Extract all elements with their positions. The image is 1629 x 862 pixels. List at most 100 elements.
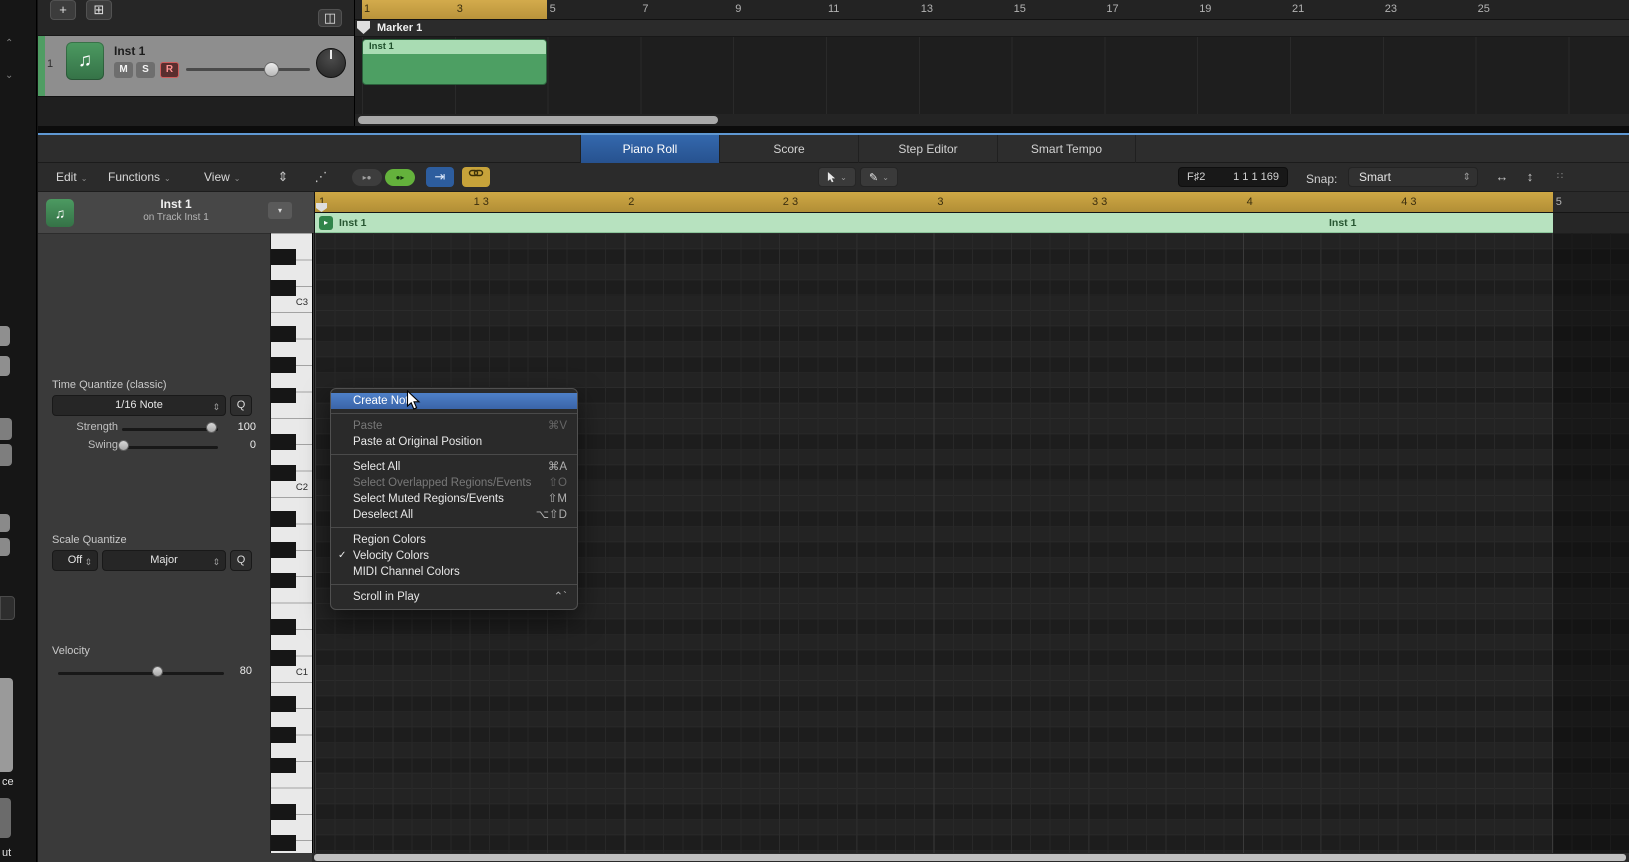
marker-lane[interactable]: Marker 1 xyxy=(355,20,1629,37)
chevron-down-icon: ⌄ xyxy=(5,70,14,81)
ruler-tick: 3 xyxy=(937,196,944,208)
menu-item-deselect-all[interactable]: Deselect All ⌥⇧D xyxy=(331,507,577,523)
chevron-down-icon: ⌄ xyxy=(233,174,241,183)
track-instrument-icon[interactable]: ♫ xyxy=(66,42,104,80)
command-click-tool-selector[interactable]: ✎ ⌄ xyxy=(860,167,898,187)
ruler-tick: 5 xyxy=(1555,196,1562,208)
arrange-grid[interactable]: Inst 1 xyxy=(355,37,1629,114)
key-label-c1: C1 xyxy=(295,667,308,678)
time-quantize-value: 1/16 Note xyxy=(115,399,163,411)
catch-playhead-button[interactable]: ⇥ xyxy=(426,167,454,187)
chain-link-icon xyxy=(468,169,484,177)
piano-roll-hscrollbar[interactable] xyxy=(312,853,1629,862)
track-header[interactable]: 1 ♫ Inst 1 M S R xyxy=(38,36,355,96)
left-click-tool-selector[interactable]: ⌄ xyxy=(818,167,856,187)
region-play-icon[interactable]: ▸ xyxy=(319,216,333,230)
context-menu: Create Note Paste ⌘V Paste at Original P… xyxy=(330,388,578,610)
menu-item-select-overlapped[interactable]: Select Overlapped Regions/Events ⇧O xyxy=(331,475,577,491)
scale-quantize-root-dropdown[interactable]: Off ⇕ xyxy=(52,550,98,571)
automation-button[interactable]: ⋰ xyxy=(308,167,334,187)
swing-label: Swing xyxy=(88,439,118,451)
strength-slider[interactable] xyxy=(122,428,218,431)
window-divider xyxy=(38,126,1629,133)
track-header-config-button[interactable]: ◫ xyxy=(318,9,342,27)
ruler-tick: 17 xyxy=(1106,3,1119,15)
inspector-view-button[interactable]: ▾ xyxy=(268,202,292,219)
edit-menu[interactable]: Edit ⌄ xyxy=(56,170,87,184)
menu-item-label: Scroll in Play xyxy=(353,591,420,603)
menu-item-midi-channel-colors[interactable]: MIDI Channel Colors xyxy=(331,564,577,580)
ruler-tick: 4 3 xyxy=(1401,196,1417,208)
record-enable-button[interactable]: R xyxy=(160,62,179,78)
menu-item-select-all[interactable]: Select All ⌘A xyxy=(331,459,577,475)
duplicate-track-button[interactable]: ⊞ xyxy=(86,0,112,20)
menu-item-create-note[interactable]: Create Note xyxy=(331,393,577,409)
scale-quantize-apply-button[interactable]: Q xyxy=(230,550,252,571)
ruler-tick: 1 xyxy=(364,3,371,15)
menu-item-select-muted[interactable]: Select Muted Regions/Events ⇧M xyxy=(331,491,577,507)
view-menu[interactable]: View ⌄ xyxy=(204,170,241,184)
display-mode-icon: ◫ xyxy=(323,10,337,25)
midi-in-button[interactable]: ▸● xyxy=(352,169,382,186)
key-label-c2: C2 xyxy=(295,482,308,493)
functions-menu-label: Functions xyxy=(108,170,161,184)
tab-step-editor[interactable]: Step Editor xyxy=(858,135,997,163)
cycle-region[interactable] xyxy=(362,0,547,19)
mute-button[interactable]: M xyxy=(114,62,133,78)
swing-slider-thumb[interactable] xyxy=(118,440,129,451)
menu-item-scroll-in-play[interactable]: Scroll in Play ⌃` xyxy=(331,589,577,605)
region-header-bar[interactable]: ▸ Inst 1 Inst 1 xyxy=(315,213,1553,233)
menu-item-paste-original-position[interactable]: Paste at Original Position xyxy=(331,434,577,450)
link-button[interactable] xyxy=(462,167,490,187)
menu-separator xyxy=(331,527,577,528)
cycle-region[interactable] xyxy=(315,192,1553,212)
menu-box-icon: ▾ xyxy=(277,206,282,215)
collapse-mode-button[interactable]: ⇕ xyxy=(270,167,296,187)
menu-item-region-colors[interactable]: Region Colors xyxy=(331,532,577,548)
marker-name[interactable]: Marker 1 xyxy=(377,22,422,34)
midi-out-button[interactable]: ●▸ xyxy=(385,169,415,186)
strength-value: 100 xyxy=(237,421,256,433)
volume-slider[interactable] xyxy=(186,68,310,71)
outside-region-shade xyxy=(1553,233,1629,853)
region-header-strip[interactable]: ▸ Inst 1 Inst 1 xyxy=(315,213,1629,233)
volume-slider-thumb[interactable] xyxy=(264,62,279,77)
time-quantize-dropdown[interactable]: 1/16 Note ⇕ xyxy=(52,395,226,416)
marker-flag-icon[interactable] xyxy=(357,21,370,34)
edge-button-fragment xyxy=(0,444,12,466)
arrange-ruler[interactable]: 1 3 5 7 9 11 13 15 17 19 21 23 25 xyxy=(355,0,1629,20)
auto-zoom-horizontal-button[interactable]: ↔ xyxy=(1490,167,1514,187)
velocity-slider-thumb[interactable] xyxy=(152,666,163,677)
midi-region[interactable]: Inst 1 xyxy=(362,39,547,85)
menu-item-paste[interactable]: Paste ⌘V xyxy=(331,418,577,434)
tab-smart-tempo[interactable]: Smart Tempo xyxy=(997,135,1136,163)
swing-slider[interactable] xyxy=(122,446,218,449)
scrollbar-thumb[interactable] xyxy=(358,116,718,124)
track-number: 1 xyxy=(47,58,54,70)
solo-button[interactable]: S xyxy=(136,62,155,78)
add-track-button[interactable]: + xyxy=(50,0,76,20)
piano-keyboard[interactable] xyxy=(270,233,313,853)
piano-roll-ruler[interactable]: 11 322 333 344 35 xyxy=(315,192,1629,213)
velocity-slider[interactable] xyxy=(58,672,224,675)
velocity-value: 80 xyxy=(239,665,252,677)
functions-menu[interactable]: Functions ⌄ xyxy=(108,170,171,184)
time-quantize-apply-button[interactable]: Q xyxy=(230,395,252,416)
strength-slider-thumb[interactable] xyxy=(206,422,217,433)
menu-item-velocity-colors[interactable]: ✓ Velocity Colors xyxy=(331,548,577,564)
logic-pro-window: ⌃ ⌄ ce ut + ⊞ ◫ 1 ♫ Inst 1 M S R 1 3 5 7… xyxy=(0,0,1629,862)
toolbar-overflow-button[interactable]: ∷ xyxy=(1550,167,1570,187)
scrollbar-thumb[interactable] xyxy=(314,854,1626,861)
scale-quantize-mode-dropdown[interactable]: Major ⇕ xyxy=(102,550,226,571)
tab-score[interactable]: Score xyxy=(719,135,858,163)
region-instrument-icon: ♫ xyxy=(46,199,74,227)
menu-item-shortcut: ⇧O xyxy=(548,477,567,489)
ruler-tick: 3 3 xyxy=(1092,196,1108,208)
arrange-hscrollbar[interactable] xyxy=(355,114,1629,126)
pencil-tool-icon: ✎ xyxy=(869,171,879,184)
track-name[interactable]: Inst 1 xyxy=(114,44,145,58)
auto-zoom-vertical-button[interactable]: ↕ xyxy=(1520,167,1540,187)
tab-piano-roll[interactable]: Piano Roll xyxy=(580,135,719,163)
snap-dropdown[interactable]: Smart ⇕ xyxy=(1348,167,1478,187)
dots-icon: ∷ xyxy=(1556,171,1564,182)
